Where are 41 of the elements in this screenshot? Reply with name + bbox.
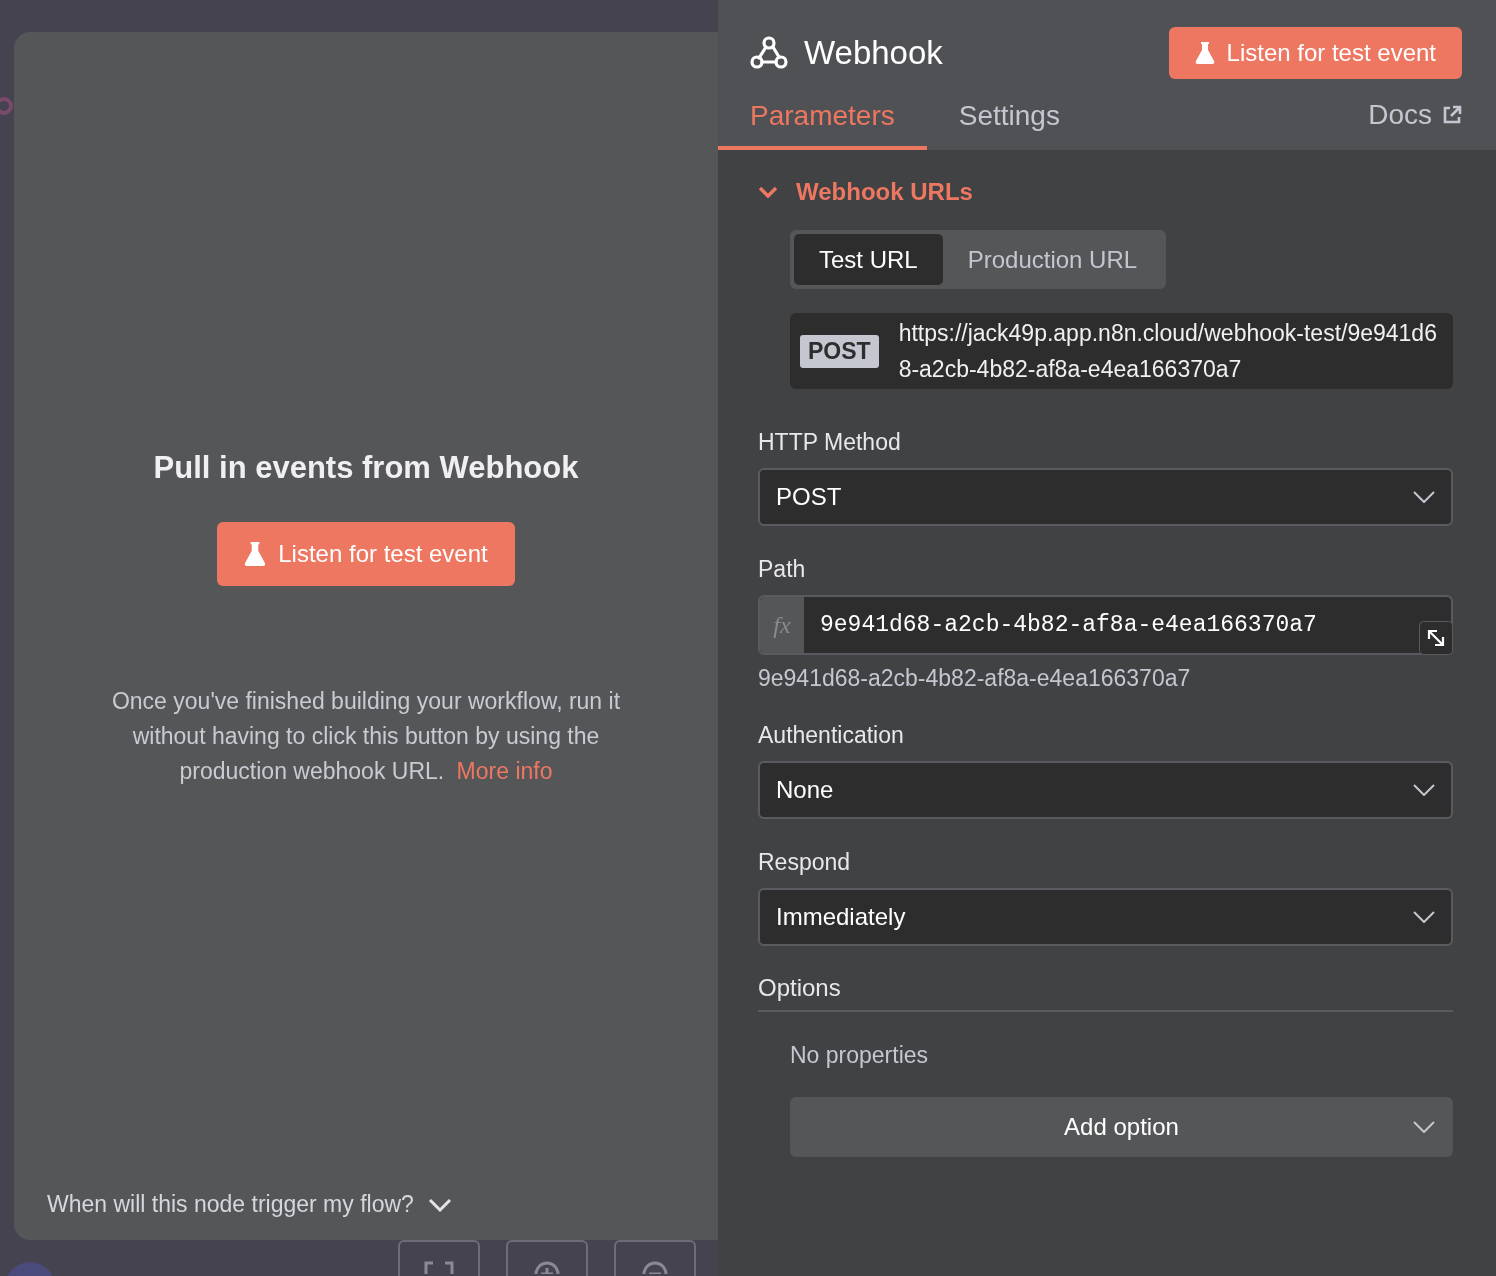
add-option-button[interactable]: Add option [790,1097,1453,1157]
webhook-icon [750,35,788,71]
node-title: Webhook [804,34,943,72]
panel-title: Pull in events from Webhook [153,450,579,486]
flask-icon [244,541,267,567]
webhook-url-box[interactable]: POST https://jack49p.app.n8n.cloud/webhook-test/9e941d68-a2cb-4b82-af8a-e4ea166370a7 [790,313,1453,389]
panel-description: Once you've finished building your workflow, run it without having to click this button by using the production webhook URL. More info [110,687,622,786]
select-field[interactable]: None [758,761,1453,819]
method-badge: POST [800,334,879,368]
node-port-icon [0,96,16,116]
fit-view-icon [424,1260,454,1274]
field-label: HTTP Method [758,429,902,456]
chevron-down-icon [1413,1121,1435,1133]
path-preview: 9e941d68-a2cb-4b82-af8a-e4ea166370a7 [758,665,1192,692]
zoom-in-icon [533,1260,561,1274]
zoom-out-icon [641,1260,669,1274]
url-type-option[interactable]: Production URL [942,234,1163,285]
section-toggle[interactable]: Webhook URLs [758,178,1453,206]
select-field[interactable]: Immediately [758,888,1453,946]
chevron-down-icon [427,1197,452,1212]
field-label: Respond [758,849,852,876]
field-label: Path [758,556,807,583]
external-link-icon [1442,105,1462,125]
chevron-down-icon [1413,784,1435,796]
listen-button[interactable]: Listen for test event [1168,27,1462,79]
options-heading: Options [758,974,1453,1012]
tab[interactable]: Parameters [718,88,927,150]
faq-toggle[interactable]: When will this node trigger my flow? [47,1191,452,1218]
chevron-down-icon [1413,491,1435,503]
docs-link[interactable]: Docs [1368,88,1462,150]
empty-message: No properties [790,1042,930,1069]
chevron-down-icon [1413,911,1435,923]
field-label: Authentication [758,722,905,749]
select-field[interactable]: POST [758,468,1453,526]
tab[interactable]: Settings [926,88,1092,150]
url-type-option[interactable]: Test URL [794,234,943,285]
listen-button[interactable]: Listen for test event [217,522,515,586]
webhook-url: https://jack49p.app.n8n.cloud/webhook-test/9e941d68-a2cb-4b82-af8a-e4ea166370a7 [898,319,1438,384]
chevron-icon [758,185,778,199]
flask-icon [1194,41,1215,65]
more-info-link[interactable]: More info [456,758,553,784]
